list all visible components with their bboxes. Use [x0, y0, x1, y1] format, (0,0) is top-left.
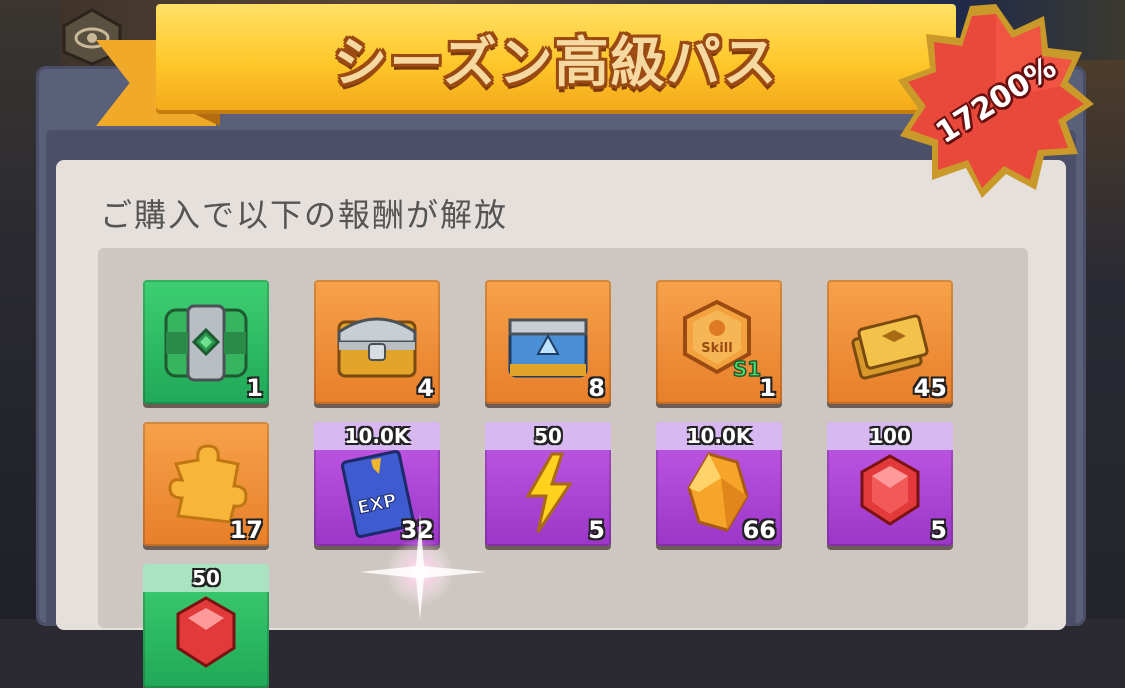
reward-band-amount: 50 [143, 564, 269, 592]
blue-gold-chest-icon [508, 318, 588, 378]
red-gem-icon [176, 596, 236, 668]
reward-tile[interactable]: 10.0K EXP 32 [314, 422, 440, 546]
reward-tile[interactable]: 4 [314, 280, 440, 404]
reward-band-amount: 10.0K [656, 422, 782, 450]
reward-count: 1 [759, 374, 776, 402]
lightning-energy-icon [525, 452, 573, 533]
svg-text:Skill: Skill [701, 341, 732, 356]
page-title: シーズン高級パス [333, 30, 779, 94]
silver-gold-chest-icon [337, 317, 417, 378]
reward-subtitle: ご購入で以下の報酬が解放 [100, 196, 509, 234]
red-gem-icon [860, 454, 920, 526]
reward-count: 1 [246, 374, 263, 402]
reward-count: 5 [588, 516, 605, 544]
reward-tile[interactable]: 1 [143, 280, 269, 404]
reward-count: 8 [588, 374, 605, 402]
reward-tile[interactable]: 10.0K 66 [656, 422, 782, 546]
reward-count: 45 [913, 374, 947, 402]
reward-tile[interactable]: 100 5 [827, 422, 953, 546]
reward-tile[interactable]: 50 [143, 564, 269, 688]
green-supply-crate-icon [164, 304, 248, 382]
reward-tile[interactable]: 17 [143, 422, 269, 546]
reward-tile[interactable]: 50 5 [485, 422, 611, 546]
reward-band-amount: 10.0K [314, 422, 440, 450]
reward-count: 4 [417, 374, 434, 402]
title-banner: シーズン高級パス [96, 0, 956, 132]
reward-count: 5 [930, 516, 947, 544]
reward-count: 66 [742, 516, 776, 544]
reward-band-amount: 50 [485, 422, 611, 450]
reward-band-amount: 100 [827, 422, 953, 450]
banner-body: シーズン高級パス [156, 4, 956, 110]
reward-tile[interactable]: 8 [485, 280, 611, 404]
reward-count: 17 [229, 516, 263, 544]
reward-tile[interactable]: Skill S1 1 [656, 280, 782, 404]
reward-count: 32 [400, 516, 434, 544]
skill-s1-token-icon: Skill S1 [683, 299, 762, 382]
reward-tile[interactable]: 45 [827, 280, 953, 404]
skill-tier-label: S1 [733, 357, 761, 381]
